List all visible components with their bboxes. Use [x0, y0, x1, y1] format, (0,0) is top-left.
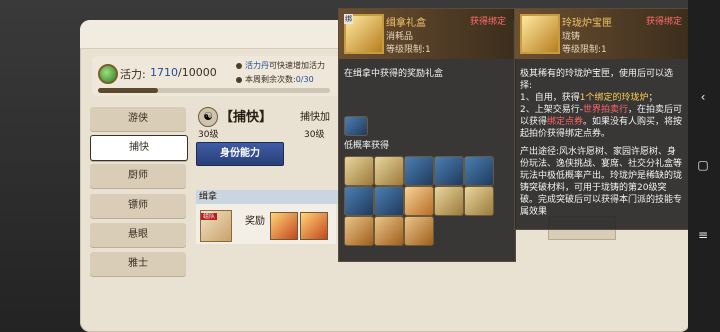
role-name: 【捕快】	[220, 110, 273, 125]
item-icon	[434, 156, 464, 186]
opt2-text: 2、上架交易行-	[520, 105, 583, 115]
opt1-highlight: 1个绑定的玲珑炉	[579, 93, 649, 103]
gift-box-title: 缉拿礼盒	[386, 18, 426, 29]
vigor-pill-link[interactable]: 活力丹	[245, 61, 269, 70]
opt2-highlight: 世界拍卖行	[582, 105, 628, 115]
recents-icon[interactable]: ≡	[696, 228, 710, 242]
gift-box-desc: 在缉拿中获得的奖励礼盒	[344, 69, 444, 79]
weekly-remaining: 本周剩余次数:0/30	[236, 74, 314, 85]
item-icon	[404, 216, 434, 246]
reward-item-icon[interactable]	[300, 212, 328, 240]
item-icon	[464, 156, 494, 186]
item-icon	[464, 186, 494, 216]
opt1-text: 1、自用，获得	[520, 93, 580, 103]
gift-box-type: 消耗品	[386, 32, 414, 42]
vigor-hint: 活力丹可快速增加活力	[236, 60, 325, 71]
opt1-tail: ；	[648, 93, 658, 103]
role-bonus-label: 捕快加	[300, 112, 330, 123]
furnace-option-1: 1、自用，获得1个绑定的玲珑炉；	[520, 92, 684, 104]
task-team-icon: 组队	[200, 210, 232, 242]
task-section-title: 缉拿	[196, 190, 339, 204]
bullet-icon	[236, 76, 242, 83]
opt2-highlight-2: 绑定点券	[547, 117, 584, 127]
sidebar-item-scholar[interactable]: 雅士	[90, 252, 186, 276]
item-icon	[344, 186, 374, 216]
home-icon[interactable]: ▢	[696, 158, 710, 172]
weekly-remaining-value: 0/30	[295, 75, 314, 84]
gift-box-level: 等级限制:1	[386, 45, 431, 55]
furnace-intro: 极其稀有的玲珑炉宝匣，使用后可以选择:	[520, 69, 674, 91]
vigor-label: 活力:	[120, 68, 146, 81]
vigor-current: 1710	[150, 66, 178, 79]
furnace-box-icon	[520, 14, 560, 54]
vigor-max: /10000	[178, 66, 217, 79]
furnace-box-bind-status: 获得绑定	[646, 17, 683, 27]
sidebar-item-ranger[interactable]: 游侠	[90, 107, 186, 131]
reward-label: 奖励	[245, 216, 265, 227]
furnace-option-2: 2、上架交易行-世界拍卖行，在拍卖后可以获得绑定点券。如果没有人购买，将按起拍价…	[520, 104, 684, 140]
reward-item-icon[interactable]	[270, 212, 298, 240]
back-icon[interactable]: ‹	[696, 90, 710, 104]
furnace-box-desc: 极其稀有的玲珑炉宝匣，使用后可以选择: 1、自用，获得1个绑定的玲珑炉； 2、上…	[520, 68, 684, 218]
item-icon	[374, 156, 404, 186]
vigor-hint-text: 可快速增加活力	[269, 61, 325, 70]
weekly-remaining-label: 本周剩余次数:	[245, 75, 296, 84]
item-icon	[434, 186, 464, 216]
gift-box-bind-status: 获得绑定	[470, 17, 507, 27]
item-icon	[374, 186, 404, 216]
constable-icon: ☯	[198, 107, 218, 127]
role-level: 30级	[198, 130, 219, 140]
vigor-icon	[98, 64, 118, 84]
vigor-bar-fill	[98, 88, 158, 93]
sidebar-item-bounty[interactable]: 悬眼	[90, 223, 186, 247]
team-badge: 组队	[201, 213, 218, 220]
item-icon	[344, 156, 374, 186]
bullet-icon	[236, 62, 242, 69]
reward-item-icon	[344, 116, 368, 136]
item-icon	[404, 186, 434, 216]
furnace-box-level: 等级限制:1	[562, 45, 607, 55]
furnace-box-title: 玲珑炉宝匣	[562, 18, 612, 29]
furnace-box-type: 珑铸	[562, 32, 581, 42]
low-prob-label: 低概率获得	[344, 141, 390, 151]
vigor-value: 1710/10000	[150, 66, 217, 79]
item-icon	[374, 216, 404, 246]
role-bonus-level: 30级	[304, 130, 325, 140]
bind-tag: 绑	[344, 14, 353, 24]
sidebar-item-escort[interactable]: 镖师	[90, 194, 186, 218]
furnace-source: 产出途径:风水许愿树、家园许愿树、身份玩法、逸侠挑战、宴席、社交分礼盒等玩法中极…	[520, 147, 683, 217]
sidebar-item-constable[interactable]: 捕快	[90, 135, 188, 161]
item-icon	[404, 156, 434, 186]
identity-ability-button[interactable]: 身份能力	[196, 142, 284, 166]
item-icon	[344, 216, 374, 246]
sidebar-item-chef[interactable]: 厨师	[90, 164, 186, 188]
